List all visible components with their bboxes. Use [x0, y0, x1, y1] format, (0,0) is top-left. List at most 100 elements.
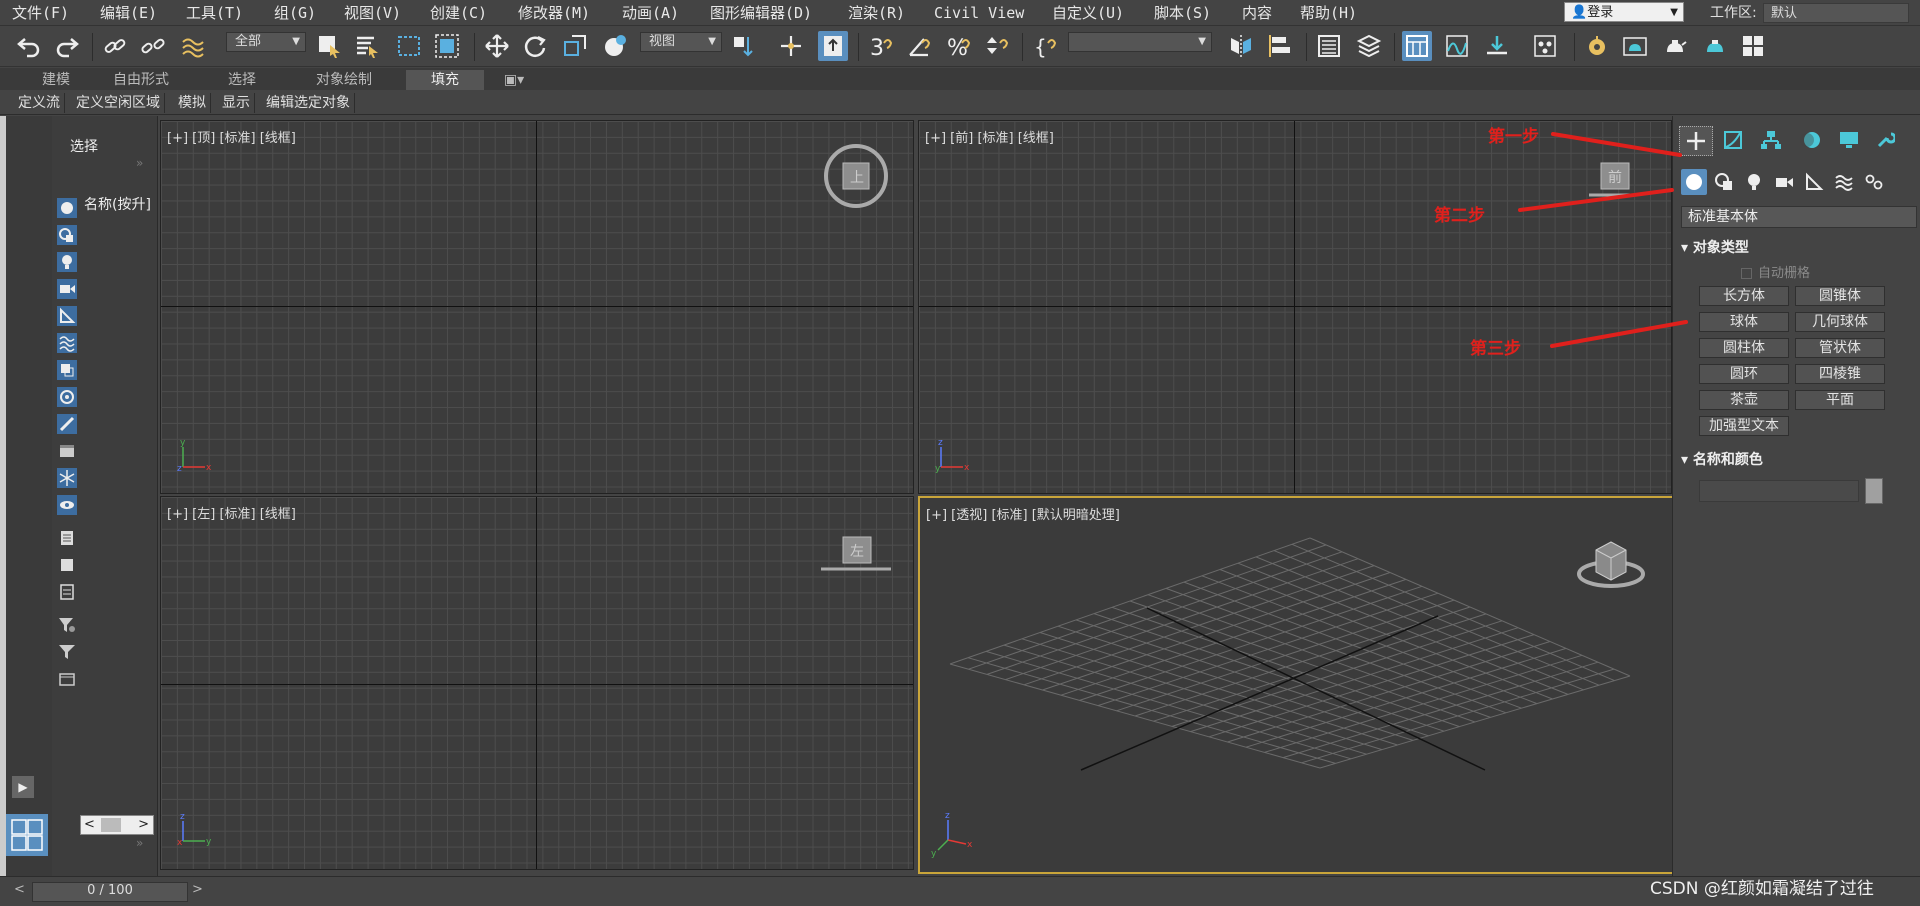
ribbon-options-icon[interactable]: ▣▾	[496, 70, 532, 90]
time-next-icon[interactable]: >	[192, 882, 203, 897]
named-selection-dropdown[interactable]: ▼	[1068, 32, 1212, 52]
scroll-left-icon[interactable]: <	[84, 816, 95, 834]
plane-button[interactable]: 平面	[1795, 390, 1885, 410]
bones-filter-icon[interactable]	[57, 414, 77, 434]
viewport-perspective[interactable]: [+] [透视] [标准] [默认明暗处理] zxy	[918, 496, 1674, 874]
filter-options-icon[interactable]	[57, 615, 77, 635]
menu-create[interactable]: 创建(C)	[430, 2, 487, 24]
viewport-left[interactable]: [+] [左] [标准] [线框] 左 z y x	[160, 496, 914, 870]
invert-display-icon[interactable]	[57, 582, 77, 602]
unlink-icon[interactable]	[138, 31, 168, 61]
tab-object-paint[interactable]: 对象绘制	[300, 70, 388, 90]
horizontal-scrollbar[interactable]: < >	[80, 815, 154, 835]
dope-sheet-icon[interactable]	[1482, 31, 1512, 61]
select-manipulate-icon[interactable]	[776, 31, 806, 61]
expand-icon[interactable]: »	[136, 156, 143, 170]
object-category-dropdown[interactable]: 标准基本体	[1681, 206, 1917, 228]
name-column-header[interactable]: 名称(按升]	[84, 194, 151, 214]
rendered-frame-window-icon[interactable]	[1620, 31, 1650, 61]
menu-civil-view[interactable]: Civil View	[934, 2, 1024, 24]
space-warps-filter-icon[interactable]	[57, 333, 77, 353]
menu-animation[interactable]: 动画(A)	[622, 2, 679, 24]
shapes-filter-icon[interactable]	[57, 225, 77, 245]
display-tab-icon[interactable]	[1833, 126, 1865, 154]
simulate-button[interactable]: 模拟	[174, 93, 211, 113]
define-flows-button[interactable]: 定义流	[14, 93, 65, 113]
menu-file[interactable]: 文件(F)	[12, 2, 69, 24]
menu-customize[interactable]: 自定义(U)	[1052, 2, 1124, 24]
tube-button[interactable]: 管状体	[1795, 338, 1885, 358]
menu-views[interactable]: 视图(V)	[344, 2, 401, 24]
time-slider[interactable]: 0 / 100	[32, 882, 188, 902]
hidden-filter-icon[interactable]	[57, 495, 77, 515]
menu-tools[interactable]: 工具(T)	[186, 2, 243, 24]
rectangular-selection-icon[interactable]	[394, 31, 424, 61]
motion-tab-icon[interactable]	[1795, 126, 1827, 154]
move-icon[interactable]	[482, 31, 512, 61]
curve-editor-icon[interactable]	[1442, 31, 1472, 61]
render-production-icon[interactable]	[1660, 31, 1690, 61]
viewcube-perspective-icon[interactable]	[1576, 528, 1646, 594]
helpers-filter-icon[interactable]	[57, 306, 77, 326]
redo-icon[interactable]	[52, 31, 82, 61]
align-icon[interactable]	[1266, 31, 1296, 61]
groups-filter-icon[interactable]	[57, 360, 77, 380]
torus-button[interactable]: 圆环	[1699, 364, 1789, 384]
edit-selected-button[interactable]: 编辑选定对象	[262, 93, 355, 113]
viewcube-top-icon[interactable]: 上	[821, 141, 891, 211]
collapse-icon[interactable]: »	[136, 836, 143, 850]
pivot-center-icon[interactable]	[728, 31, 758, 61]
time-prev-icon[interactable]: <	[14, 882, 25, 897]
scroll-right-icon[interactable]: >	[138, 816, 149, 834]
viewcube-left-icon[interactable]: 左	[817, 533, 895, 579]
ribbon-toggle-icon[interactable]	[1402, 31, 1432, 61]
helpers-category-icon[interactable]	[1801, 169, 1827, 195]
keyboard-shortcut-override-icon[interactable]	[818, 31, 848, 61]
bind-space-warp-icon[interactable]	[178, 31, 208, 61]
render-in-cloud-icon[interactable]	[1700, 31, 1730, 61]
select-object-icon[interactable]	[314, 31, 344, 61]
viewport-left-label[interactable]: [+] [左] [标准] [线框]	[167, 503, 296, 522]
scene-explorer-select-label[interactable]: 选择	[70, 136, 98, 156]
object-color-swatch[interactable]	[1865, 478, 1883, 504]
box-button[interactable]: 长方体	[1699, 286, 1789, 306]
object-xrefs-filter-icon[interactable]	[57, 387, 77, 407]
lights-category-icon[interactable]	[1741, 169, 1767, 195]
snaps-toggle-icon[interactable]: 3	[866, 31, 896, 61]
layer-explorer-icon[interactable]	[1354, 31, 1384, 61]
window-crossing-icon[interactable]	[432, 31, 462, 61]
menu-content[interactable]: 内容	[1242, 2, 1272, 24]
tab-selection[interactable]: 选择	[210, 70, 274, 90]
select-by-name-icon[interactable]	[352, 31, 382, 61]
hierarchy-tab-icon[interactable]	[1755, 126, 1787, 154]
menu-group[interactable]: 组(G)	[274, 2, 316, 24]
menu-edit[interactable]: 编辑(E)	[100, 2, 157, 24]
scroll-thumb[interactable]	[101, 818, 121, 832]
mirror-icon[interactable]	[1226, 31, 1256, 61]
viewport-top[interactable]: [+] [顶] [标准] [线框] 上 y x z	[160, 120, 914, 494]
menu-help[interactable]: 帮助(H)	[1300, 2, 1357, 24]
link-icon[interactable]	[100, 31, 130, 61]
cone-button[interactable]: 圆锥体	[1795, 286, 1885, 306]
name-color-rollout-header[interactable]: ▾ 名称和颜色	[1681, 450, 1913, 470]
rotate-icon[interactable]	[520, 31, 550, 61]
named-selection-sets-icon[interactable]: {	[1030, 31, 1060, 61]
lights-filter-icon[interactable]	[57, 252, 77, 272]
autogrid-checkbox[interactable]: 自动栅格	[1741, 262, 1810, 281]
cylinder-button[interactable]: 圆柱体	[1699, 338, 1789, 358]
angle-snap-icon[interactable]	[904, 31, 934, 61]
filter-icon[interactable]	[57, 642, 77, 662]
geosphere-button[interactable]: 几何球体	[1795, 312, 1885, 332]
tab-populate[interactable]: 填充	[406, 70, 484, 90]
menu-graph-editors[interactable]: 图形编辑器(D)	[710, 2, 812, 24]
scene-explorer-icon[interactable]	[1314, 31, 1344, 61]
cameras-filter-icon[interactable]	[57, 279, 77, 299]
utilities-tab-icon[interactable]	[1873, 126, 1897, 154]
shapes-category-icon[interactable]	[1711, 169, 1737, 195]
define-idle-areas-button[interactable]: 定义空闲区域	[72, 93, 165, 113]
menu-rendering[interactable]: 渲染(R)	[848, 2, 905, 24]
render-setup-icon[interactable]	[1582, 31, 1612, 61]
viewport-layout-icon[interactable]	[6, 814, 48, 856]
pyramid-button[interactable]: 四棱锥	[1795, 364, 1885, 384]
object-type-rollout-header[interactable]: ▾ 对象类型	[1681, 238, 1913, 258]
